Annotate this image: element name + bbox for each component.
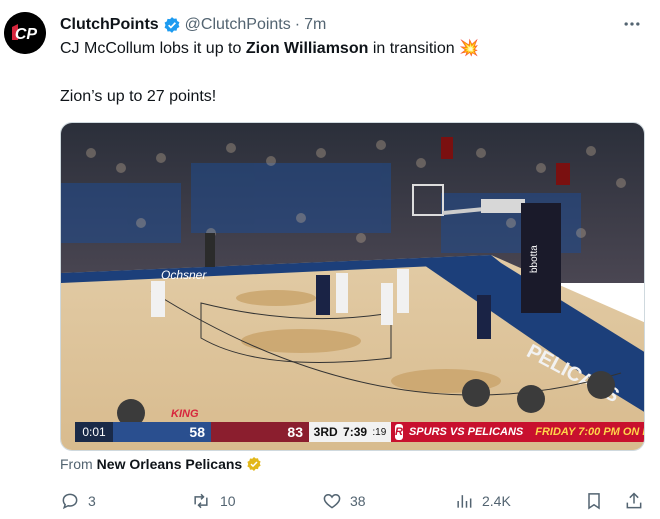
collision-emoji-icon: 💥 [459,40,480,57]
from-label: From [60,456,93,472]
scoreboard-team1-score: 58 [113,422,211,442]
views-button[interactable]: 2.4K [454,488,511,514]
retweet-icon [190,491,212,511]
views-chart-icon [454,491,474,511]
author-handle[interactable]: @ClutchPoints [185,16,291,34]
tweet-media-video[interactable]: Ochsner PELICANS bbotta KING 0:01 58 83 … [60,122,645,451]
network-logo-icon: R [395,424,403,440]
tweet-text-suffix: in transition [368,40,460,57]
svg-text:bbotta: bbotta [529,245,540,273]
scoreboard-shot-clock: :19 [372,426,387,438]
mentioned-player: Zion Williamson [245,40,369,57]
reply-count: 3 [88,493,96,509]
scoreboard-team2-score: 83 [211,422,309,442]
share-icon [624,491,644,511]
share-button[interactable] [624,488,644,514]
tweet-text-line2: Zion’s up to 27 points! [60,88,217,105]
tweet-timestamp[interactable]: 7m [304,16,326,34]
more-options-icon[interactable] [620,12,644,36]
scoreboard-replay-clock: 0:01 [75,422,113,442]
header-separator: · [294,16,301,33]
tv-scoreboard: 0:01 58 83 3RD 7:39 :19 R SPURS VS PELIC… [75,422,644,442]
promo-time: FRIDAY 7:00 PM ON BALLY SPORTS [535,426,644,438]
scoreboard-promo: R SPURS VS PELICANS FRIDAY 7:00 PM ON BA… [391,422,644,442]
like-count: 38 [350,493,366,509]
source-org-link[interactable]: New Orleans Pelicans [97,456,243,472]
bookmark-icon [584,491,604,511]
author-display-name[interactable]: ClutchPoints [60,16,159,34]
tweet-text-prefix: CJ McCollum lobs it up to [60,40,246,57]
retweet-button[interactable]: 10 [190,488,236,514]
media-source: From New Orleans Pelicans [60,456,262,472]
scoreboard-period: 3RD 7:39 :19 [309,422,391,442]
tweet-text: CJ McCollum lobs it up to Zion Williamso… [60,38,650,108]
scoreboard-game-clock: 7:39 [343,425,368,439]
reply-button[interactable]: 3 [60,488,96,514]
baseline-sign-text: KING [171,408,199,420]
reply-icon [60,491,80,511]
views-count: 2.4K [482,493,511,509]
courtside-sponsor-text: Ochsner [161,268,207,282]
gold-verified-badge-icon [246,456,262,472]
avatar-logo-text: CP [15,26,38,43]
bookmark-button[interactable] [584,488,604,514]
verified-badge-icon [163,16,181,34]
scoreboard-quarter: 3RD [313,425,338,439]
like-button[interactable]: 38 [322,488,366,514]
tweet-actions: 3 10 38 2.4K [60,488,650,514]
tweet-header: ClutchPoints @ClutchPoints · 7m [60,14,660,36]
author-avatar[interactable]: CP [4,12,46,54]
heart-icon [322,491,342,511]
retweet-count: 10 [220,493,236,509]
promo-matchup: SPURS VS PELICANS [408,426,524,438]
